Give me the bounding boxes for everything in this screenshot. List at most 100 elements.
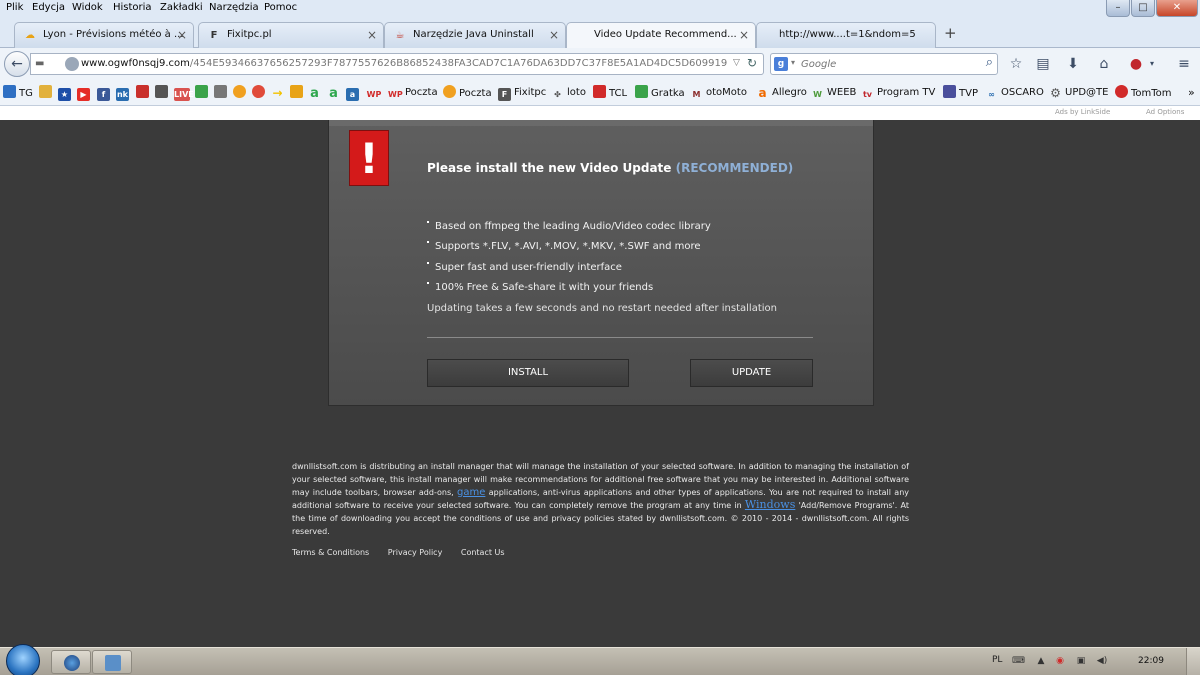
- google-icon[interactable]: g: [774, 57, 788, 71]
- menu-history[interactable]: Historia: [113, 2, 152, 13]
- search-engine-dropdown-icon[interactable]: ▾: [791, 58, 795, 67]
- bookmark-facebook[interactable]: f: [97, 85, 113, 101]
- download-icon[interactable]: ⬇: [1064, 55, 1082, 73]
- ad-options-link[interactable]: Ad Options: [1146, 108, 1184, 116]
- tab-popup-url[interactable]: http://www....t=1&ndom=5: [756, 22, 936, 48]
- tab-lyon-weather[interactable]: ☁ Lyon - Prévisions météo à ... ×: [14, 22, 194, 48]
- bookmark-youtube[interactable]: ▶: [77, 85, 93, 101]
- fixitpc-icon: F: [498, 88, 511, 101]
- bookmark-star-icon[interactable]: ☆: [1007, 55, 1025, 73]
- bookmark-wp[interactable]: WP: [366, 85, 385, 101]
- bookmark-tcl[interactable]: TCL: [593, 85, 627, 101]
- back-button[interactable]: ←: [4, 51, 30, 77]
- url-text[interactable]: www.ogwf0nsqj9.com/454E59346637656257293…: [81, 58, 727, 69]
- bookmark-star[interactable]: ★: [58, 85, 74, 101]
- bookmark-camera[interactable]: [214, 85, 230, 101]
- update-button[interactable]: UPDATE: [690, 359, 813, 387]
- bookmark-hand[interactable]: [290, 85, 306, 101]
- bookmark-oscaro[interactable]: ∞ OSCARO: [985, 85, 1044, 101]
- install-button[interactable]: INSTALL: [427, 359, 629, 387]
- bookmark-live[interactable]: LIVE: [174, 85, 194, 101]
- bookmarks-list-icon[interactable]: ▤: [1034, 55, 1052, 73]
- tab-close-icon[interactable]: ×: [367, 28, 377, 42]
- bookmark-weather[interactable]: [39, 85, 55, 101]
- taskbar-remote-button[interactable]: [92, 650, 132, 674]
- show-hidden-icons-icon[interactable]: ▲: [1035, 655, 1047, 667]
- bookmark-poczta-onet[interactable]: Poczta: [443, 85, 492, 101]
- bookmark-gratka[interactable]: Gratka: [635, 85, 685, 101]
- bookmark-label: OSCARO: [1001, 87, 1044, 98]
- bookmark-a-blue[interactable]: a: [346, 85, 362, 101]
- bookmark-arrow[interactable]: →: [271, 85, 287, 101]
- reload-icon[interactable]: ↻: [747, 56, 757, 70]
- bookmark-update[interactable]: ⚙ UPD@TE: [1049, 85, 1108, 101]
- bookmark-otomoto[interactable]: MotoMoto: [690, 85, 747, 101]
- game-link[interactable]: game: [457, 487, 485, 498]
- tab-fixitpc[interactable]: F Fixitpc.pl ×: [198, 22, 384, 48]
- contact-link[interactable]: Contact Us: [461, 548, 505, 557]
- bookmarks-overflow-icon[interactable]: »: [1188, 85, 1195, 101]
- tab-close-icon[interactable]: ×: [739, 28, 749, 42]
- volume-icon[interactable]: ◀): [1096, 655, 1108, 667]
- menu-icon[interactable]: ≡: [1175, 55, 1193, 73]
- new-tab-icon[interactable]: +: [944, 24, 957, 42]
- search-bar[interactable]: g ▾ ⌕: [770, 53, 998, 75]
- maximize-button[interactable]: □: [1131, 0, 1155, 17]
- antivirus-icon[interactable]: ◉: [1054, 655, 1066, 667]
- tab-close-icon[interactable]: ×: [549, 28, 559, 42]
- menu-help[interactable]: Pomoc: [264, 2, 297, 13]
- bookmark-a-green-1[interactable]: a: [308, 85, 324, 101]
- privacy-link[interactable]: Privacy Policy: [388, 548, 443, 557]
- bookmark-green[interactable]: [195, 85, 211, 101]
- menu-bookmarks[interactable]: Zakładki: [160, 2, 203, 13]
- bookmark-tools[interactable]: [155, 85, 171, 101]
- bookmark-fixitpc[interactable]: F Fixitpc: [498, 85, 546, 101]
- clock[interactable]: 22:09: [1138, 656, 1164, 666]
- youtube-icon: ▶: [77, 88, 90, 101]
- bookmark-a-green-2[interactable]: a: [327, 85, 343, 101]
- menu-file[interactable]: Plik: [6, 2, 23, 13]
- bookmark-label: WEEB: [827, 87, 857, 98]
- dialog-top-border: [329, 120, 873, 126]
- language-indicator[interactable]: PL: [992, 655, 1002, 665]
- dialog-note: Updating takes a few seconds and no rest…: [427, 303, 777, 314]
- bookmark-nk[interactable]: nk: [116, 85, 132, 101]
- close-window-button[interactable]: ✕: [1156, 0, 1198, 17]
- tab-video-update[interactable]: Video Update Recommend... ×: [566, 22, 756, 49]
- bookmark-weeb[interactable]: W WEEB: [811, 85, 856, 101]
- taskbar-firefox-button[interactable]: [51, 650, 91, 674]
- bookmark-allegro[interactable]: a Allegro: [756, 85, 806, 101]
- show-desktop-button[interactable]: [1186, 648, 1200, 675]
- menu-edit[interactable]: Edycja: [32, 2, 65, 13]
- bookmark-program-tv[interactable]: tv Program TV: [861, 85, 935, 101]
- home-icon[interactable]: ⌂: [1095, 55, 1113, 73]
- adblock-dropdown-icon[interactable]: ▾: [1143, 55, 1161, 73]
- start-button[interactable]: [6, 644, 40, 675]
- menu-view[interactable]: Widok: [72, 2, 103, 13]
- network-icon[interactable]: ▣: [1075, 655, 1087, 667]
- hand-icon: [290, 85, 303, 98]
- bookmark-tomtom[interactable]: TomTom: [1115, 85, 1172, 101]
- minimize-button[interactable]: –: [1106, 0, 1130, 17]
- bookmark-label: TomTom: [1131, 88, 1172, 99]
- bookmark-poczta-wp[interactable]: WP Poczta: [388, 85, 438, 101]
- bookmark-red-logo[interactable]: [136, 85, 152, 101]
- search-icon[interactable]: ⌕: [986, 55, 993, 70]
- bookmark-tg[interactable]: TG: [3, 85, 33, 101]
- url-dropdown-icon[interactable]: ▽: [733, 58, 740, 68]
- bookmark-loto[interactable]: ✤ loto: [551, 85, 586, 101]
- windows-link[interactable]: Windows: [745, 498, 795, 511]
- bookmark-lifebuoy[interactable]: [252, 85, 268, 101]
- menu-tools[interactable]: Narzędzia: [209, 2, 259, 13]
- bookmark-orange[interactable]: [233, 85, 249, 101]
- terms-link[interactable]: Terms & Conditions: [292, 548, 369, 557]
- page-content: ! Please install the new Video Update (R…: [0, 120, 1200, 647]
- keyboard-icon[interactable]: ⌨: [1012, 655, 1025, 667]
- tab-close-icon[interactable]: ×: [177, 28, 187, 42]
- url-bar[interactable]: ▬ www.ogwf0nsqj9.com/454E593466376562572…: [30, 53, 764, 75]
- bookmark-tvp[interactable]: TVP: [943, 85, 978, 101]
- live-icon: LIVE: [174, 88, 194, 101]
- page-identity-icon[interactable]: ▬: [35, 57, 49, 71]
- tab-java-uninstall[interactable]: ☕ Narzędzie Java Uninstall ×: [384, 22, 566, 48]
- search-input[interactable]: [801, 56, 971, 72]
